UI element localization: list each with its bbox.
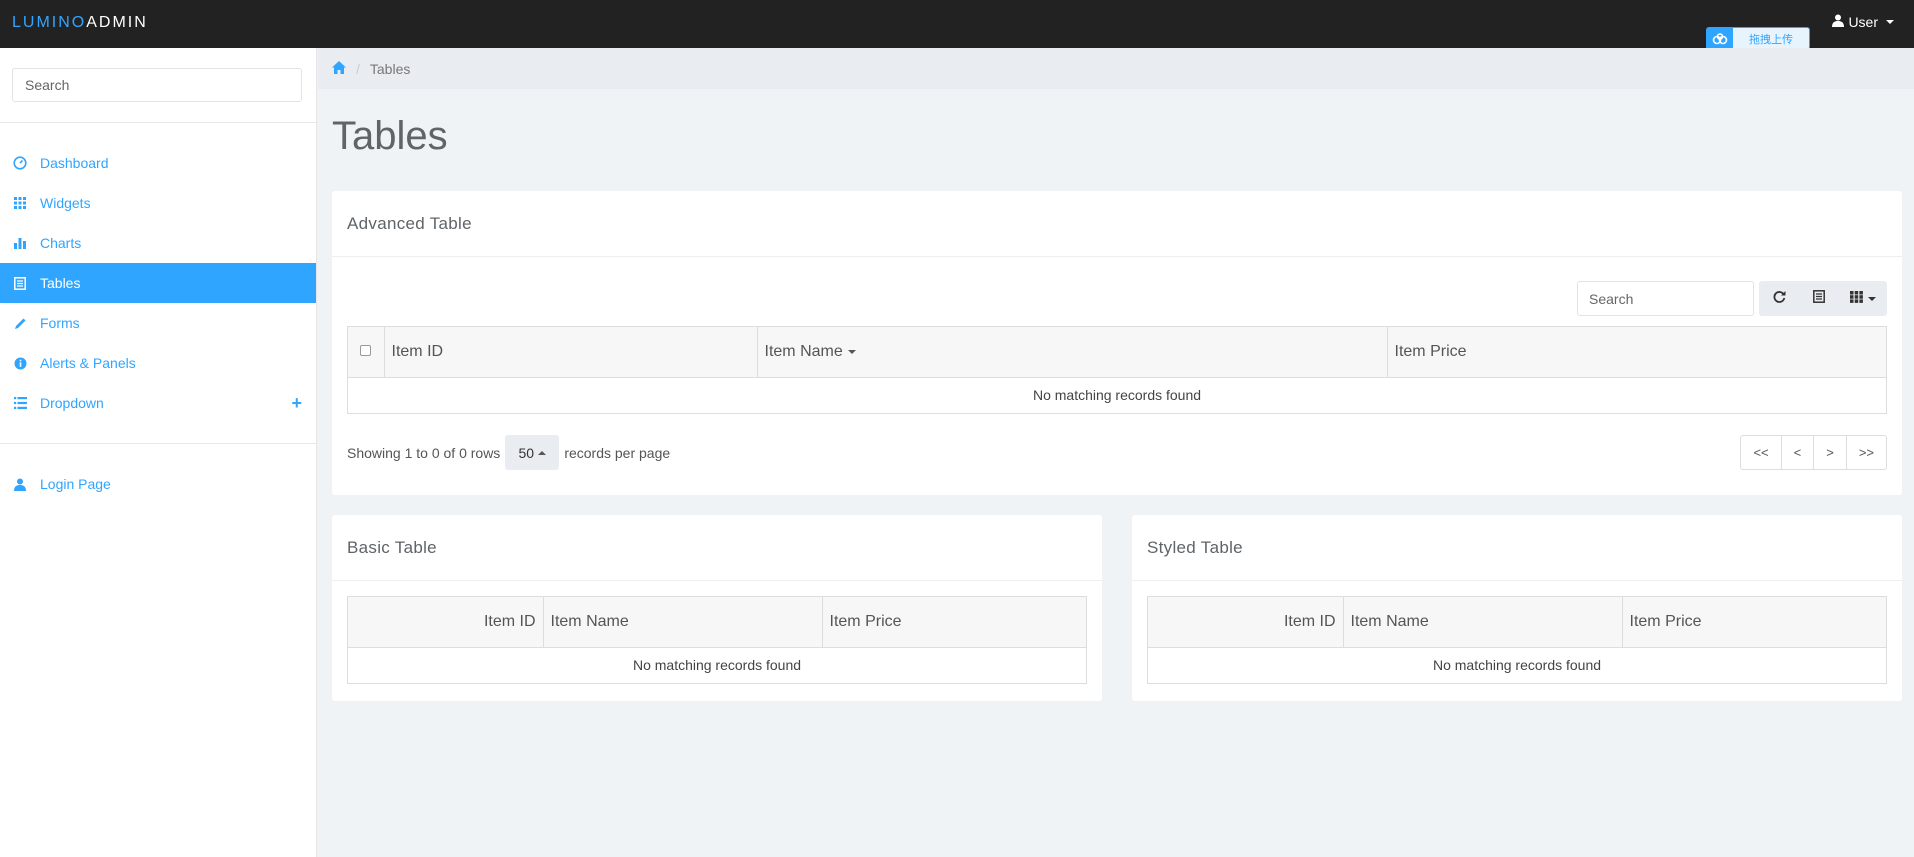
column-header-item-price[interactable]: Item Price	[1387, 327, 1886, 378]
pencil-icon	[12, 315, 28, 331]
pagination-info: Showing 1 to 0 of 0 rows 50 records per …	[347, 435, 670, 470]
panel-heading: Styled Table	[1132, 515, 1902, 581]
brand-part2: ADMIN	[86, 14, 148, 31]
sidebar: Dashboard Widgets Charts Tables Forms Al…	[0, 48, 317, 857]
sidebar-item-label: Alerts & Panels	[40, 355, 136, 371]
table-header-row: Item ID Item Name Item Price	[348, 327, 1886, 378]
sidebar-item-label: Dropdown	[40, 395, 104, 411]
column-header-item-price: Item Price	[1622, 597, 1886, 648]
sidebar-item-dropdown[interactable]: Dropdown +	[0, 383, 316, 423]
select-all-header	[348, 327, 385, 378]
list-alt-icon	[1813, 289, 1825, 308]
select-all-checkbox[interactable]	[360, 344, 372, 356]
toggle-view-button[interactable]	[1799, 281, 1839, 316]
table-header-row: Item ID Item Name Item Price	[348, 597, 1086, 648]
previous-page-button[interactable]: <	[1782, 436, 1815, 469]
sidebar-item-label: Charts	[40, 235, 82, 251]
table-toolbar	[1577, 281, 1887, 316]
sidebar-item-label: Tables	[40, 275, 81, 291]
user-icon	[1832, 14, 1845, 30]
sidebar-item-label: Widgets	[40, 195, 91, 211]
grid-icon	[12, 195, 28, 211]
sidebar-item-label: Forms	[40, 315, 80, 331]
table-row: No matching records found	[348, 377, 1886, 413]
per-page-select[interactable]: 50	[505, 435, 560, 470]
per-page-suffix: records per page	[564, 444, 671, 461]
sidebar-item-login-page[interactable]: Login Page	[0, 464, 316, 504]
table-icon	[12, 275, 28, 291]
table-header-row: Item ID Item Name Item Price	[1148, 597, 1886, 648]
empty-message: No matching records found	[1032, 387, 1202, 404]
chevron-down-icon	[1868, 296, 1876, 301]
bar-chart-icon	[12, 235, 28, 251]
empty-message: No matching records found	[632, 657, 802, 674]
table-row: No matching records found	[348, 647, 1086, 683]
chevron-up-icon	[538, 450, 547, 455]
sidebar-item-alerts-panels[interactable]: Alerts & Panels	[0, 343, 316, 383]
sidebar-item-tables[interactable]: Tables	[0, 263, 316, 303]
plus-icon[interactable]: +	[291, 393, 302, 414]
showing-text: Showing 1 to 0 of 0 rows	[347, 444, 501, 461]
upload-widget[interactable]: 拖拽上传	[1706, 27, 1810, 50]
sidebar-item-label: Login Page	[40, 476, 111, 492]
sidebar-menu: Dashboard Widgets Charts Tables Forms Al…	[0, 123, 316, 443]
home-icon[interactable]	[332, 60, 346, 77]
page-title: Tables	[332, 114, 448, 158]
user-icon	[12, 476, 28, 492]
column-header-item-price: Item Price	[822, 597, 1086, 648]
advanced-table-panel: Advanced Table Item ID Item Name I	[332, 191, 1902, 495]
pagination: << < > >>	[1740, 435, 1887, 470]
breadcrumb-separator: /	[356, 60, 360, 77]
sidebar-item-charts[interactable]: Charts	[0, 223, 316, 263]
info-icon	[12, 355, 28, 371]
columns-icon	[1850, 290, 1863, 308]
refresh-button[interactable]	[1759, 281, 1799, 316]
panel-heading: Basic Table	[332, 515, 1102, 581]
table-row: No matching records found	[1148, 647, 1886, 683]
dashboard-icon	[12, 155, 28, 171]
column-header-item-name: Item Name	[543, 597, 823, 648]
column-header-item-id: Item ID	[348, 597, 544, 648]
sidebar-item-label: Dashboard	[40, 155, 109, 171]
refresh-icon	[1773, 290, 1786, 308]
breadcrumb: / Tables	[318, 48, 1914, 89]
user-menu[interactable]: User	[1832, 14, 1894, 30]
columns-button[interactable]	[1839, 281, 1887, 316]
brand-part1: LUMINO	[12, 14, 87, 31]
top-navbar: LUMINOADMIN 拖拽上传 User	[0, 0, 1914, 50]
upload-label: 拖拽上传	[1749, 33, 1793, 46]
styled-table: Item ID Item Name Item Price No matching…	[1147, 596, 1887, 684]
list-icon	[12, 395, 28, 411]
last-page-button[interactable]: >>	[1847, 436, 1886, 469]
sidebar-item-dashboard[interactable]: Dashboard	[0, 143, 316, 183]
first-page-button[interactable]: <<	[1741, 436, 1782, 469]
sidebar-item-widgets[interactable]: Widgets	[0, 183, 316, 223]
empty-message: No matching records found	[1432, 657, 1602, 674]
sidebar-search-input[interactable]	[12, 68, 302, 102]
advanced-table: Item ID Item Name Item Price No matching…	[347, 326, 1887, 414]
sidebar-secondary-menu: Login Page	[0, 444, 316, 524]
basic-table: Item ID Item Name Item Price No matching…	[347, 596, 1087, 684]
sort-caret-icon	[847, 349, 856, 354]
per-page-value: 50	[518, 444, 535, 461]
column-header-item-id[interactable]: Item ID	[384, 327, 758, 378]
sidebar-item-forms[interactable]: Forms	[0, 303, 316, 343]
column-header-label: Item Name	[764, 342, 843, 360]
next-page-button[interactable]: >	[1814, 436, 1847, 469]
brand-logo[interactable]: LUMINOADMIN	[12, 14, 148, 32]
breadcrumb-current: Tables	[369, 60, 411, 77]
column-header-item-name[interactable]: Item Name	[757, 327, 1388, 378]
styled-table-panel: Styled Table Item ID Item Name Item Pric…	[1132, 515, 1902, 701]
table-search-input[interactable]	[1577, 281, 1754, 316]
toolbar-button-group	[1759, 281, 1887, 316]
cloud-icon	[1707, 28, 1733, 49]
user-menu-label: User	[1848, 14, 1878, 30]
basic-table-panel: Basic Table Item ID Item Name Item Price…	[332, 515, 1102, 701]
column-header-item-name: Item Name	[1343, 597, 1623, 648]
chevron-down-icon	[1886, 20, 1894, 24]
column-header-item-id: Item ID	[1148, 597, 1344, 648]
panel-heading: Advanced Table	[332, 191, 1902, 257]
